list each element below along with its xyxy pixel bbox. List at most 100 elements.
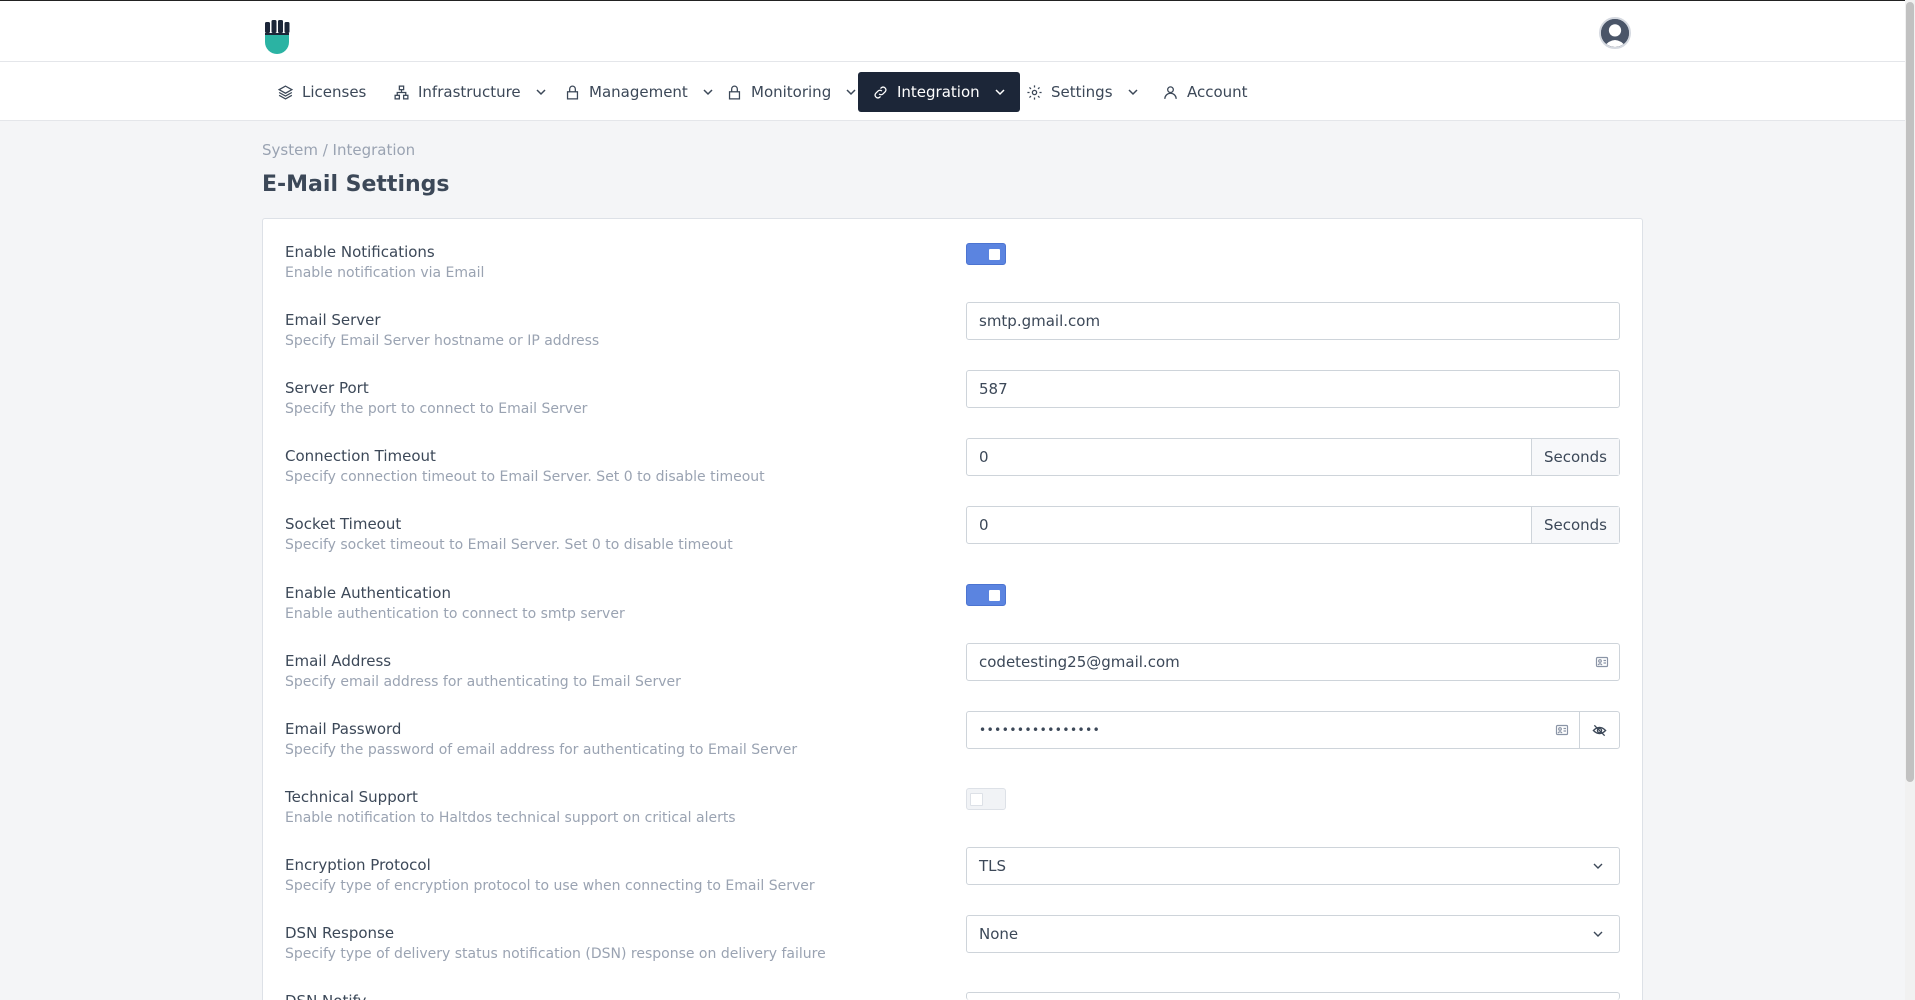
- socket-timeout-input[interactable]: 0 Seconds: [966, 506, 1620, 544]
- input-value: codetesting25@gmail.com: [979, 653, 1180, 671]
- page-title: E-Mail Settings: [262, 172, 450, 197]
- toggle-switch[interactable]: [966, 788, 1006, 810]
- haltdos-logo-icon[interactable]: [262, 20, 292, 54]
- user-icon: [1164, 85, 1177, 99]
- lock-icon: [566, 85, 579, 100]
- link-icon: [874, 86, 887, 98]
- select-value: None: [979, 925, 1019, 943]
- layers-icon: [277, 84, 294, 100]
- email-address-input[interactable]: codetesting25@gmail.com: [966, 643, 1620, 681]
- setting-label: Connection Timeout: [285, 447, 436, 465]
- nav-label: Account: [1187, 83, 1248, 101]
- chevron-down-icon: [846, 89, 856, 96]
- nav-label: Licenses: [302, 83, 367, 101]
- select-value: TLS: [979, 857, 1007, 875]
- setting-description: Specify type of delivery status notifica…: [285, 946, 826, 962]
- chevron-down-icon: [995, 89, 1005, 96]
- setting-label: Email Password: [285, 720, 402, 738]
- nav-infrastructure[interactable]: Infrastructure: [379, 72, 561, 112]
- setting-socket-timeout: Socket Timeout Specify socket timeout to…: [285, 506, 1620, 575]
- page-scrollbar[interactable]: [1905, 0, 1915, 1000]
- enable-authentication-toggle[interactable]: [966, 584, 1006, 606]
- seconds-addon: Seconds: [1530, 439, 1619, 475]
- toggle-knob: [989, 249, 1000, 260]
- setting-label: Email Address: [285, 652, 392, 670]
- toggle-switch[interactable]: [966, 584, 1006, 606]
- setting-enable-authentication: Enable Authentication Enable authenticat…: [285, 584, 1620, 644]
- scrollbar-thumb[interactable]: [1906, 2, 1914, 782]
- input-value: 587: [979, 380, 1008, 398]
- setting-dsn-response: DSN Response Specify type of delivery st…: [285, 915, 1620, 984]
- setting-label: Socket Timeout: [285, 515, 402, 533]
- setting-description: Specify the password of email address fo…: [285, 742, 798, 758]
- top-header: [0, 0, 1905, 62]
- nav-label: Monitoring: [751, 83, 832, 101]
- toggle-switch[interactable]: [966, 243, 1006, 265]
- chevron-down-icon: [536, 89, 546, 96]
- email-server-input[interactable]: smtp.gmail.com: [966, 302, 1620, 340]
- dsn-response-select[interactable]: None: [966, 915, 1620, 953]
- toggle-knob: [989, 590, 1000, 601]
- autofill-card-icon[interactable]: [1555, 723, 1569, 737]
- setting-description: Specify socket timeout to Email Server. …: [285, 537, 733, 553]
- setting-label: Enable Notifications: [285, 243, 435, 261]
- setting-connection-timeout: Connection Timeout Specify connection ti…: [285, 438, 1620, 507]
- nav-monitoring[interactable]: Monitoring: [712, 72, 871, 112]
- lock-icon: [728, 85, 741, 100]
- setting-dsn-notify: DSN Notify: [285, 992, 1620, 1000]
- nav-label: Management: [589, 83, 688, 101]
- setting-description: Enable notification to Haltdos technical…: [285, 810, 736, 826]
- chevron-down-icon: [1593, 931, 1603, 937]
- setting-label: Enable Authentication: [285, 584, 451, 602]
- setting-enable-notifications: Enable Notifications Enable notification…: [285, 243, 1620, 303]
- setting-description: Enable notification via Email: [285, 265, 485, 281]
- email-password-input[interactable]: ••••••••••••••••: [966, 711, 1620, 749]
- setting-label: Server Port: [285, 379, 369, 397]
- setting-label: DSN Notify: [285, 992, 366, 1000]
- toggle-knob: [970, 793, 983, 806]
- setting-description: Specify the port to connect to Email Ser…: [285, 401, 588, 417]
- setting-label: Email Server: [285, 311, 381, 329]
- setting-server-port: Server Port Specify the port to connect …: [285, 370, 1620, 439]
- connection-timeout-input[interactable]: 0 Seconds: [966, 438, 1620, 476]
- main-nav: Licenses Infrastructure Management Monit…: [0, 62, 1905, 121]
- user-avatar-icon[interactable]: [1599, 17, 1631, 49]
- seconds-addon: Seconds: [1530, 507, 1619, 543]
- setting-label: Encryption Protocol: [285, 856, 431, 874]
- dsn-notify-select[interactable]: [966, 992, 1620, 1000]
- breadcrumb: System / Integration: [262, 141, 416, 159]
- input-value: ••••••••••••••••: [979, 723, 1101, 737]
- setting-email-server: Email Server Specify Email Server hostna…: [285, 302, 1620, 371]
- setting-label: DSN Response: [285, 924, 395, 942]
- chevron-down-icon: [1593, 863, 1603, 869]
- setting-encryption-protocol: Encryption Protocol Specify type of encr…: [285, 847, 1620, 916]
- setting-description: Specify email address for authenticating…: [285, 674, 681, 690]
- input-value: 0: [979, 448, 989, 466]
- toggle-password-visibility-button[interactable]: [1579, 712, 1619, 748]
- nav-management[interactable]: Management: [550, 72, 728, 112]
- setting-email-address: Email Address Specify email address for …: [285, 643, 1620, 712]
- nav-settings[interactable]: Settings: [1012, 72, 1153, 112]
- setting-description: Specify connection timeout to Email Serv…: [285, 469, 765, 485]
- input-value: smtp.gmail.com: [979, 312, 1101, 330]
- nav-account[interactable]: Account: [1148, 72, 1262, 112]
- setting-label: Technical Support: [285, 788, 418, 806]
- enable-notifications-toggle[interactable]: [966, 243, 1006, 265]
- nav-label: Infrastructure: [418, 83, 521, 101]
- setting-description: Specify type of encryption protocol to u…: [285, 878, 815, 894]
- setting-description: Enable authentication to connect to smtp…: [285, 606, 625, 622]
- setting-technical-support: Technical Support Enable notification to…: [285, 788, 1620, 848]
- nav-label: Integration: [897, 83, 980, 101]
- server-port-input[interactable]: 587: [966, 370, 1620, 408]
- chevron-down-icon: [1128, 89, 1138, 96]
- eye-slash-icon: [1592, 724, 1607, 736]
- setting-description: Specify Email Server hostname or IP addr…: [285, 333, 600, 349]
- technical-support-toggle[interactable]: [966, 788, 1006, 810]
- nav-licenses[interactable]: Licenses: [263, 72, 380, 112]
- autofill-card-icon[interactable]: [1595, 655, 1609, 669]
- nav-integration[interactable]: Integration: [858, 72, 1020, 112]
- input-value: 0: [979, 516, 989, 534]
- encryption-protocol-select[interactable]: TLS: [966, 847, 1620, 885]
- gear-icon: [1027, 84, 1042, 100]
- network-icon: [394, 84, 409, 100]
